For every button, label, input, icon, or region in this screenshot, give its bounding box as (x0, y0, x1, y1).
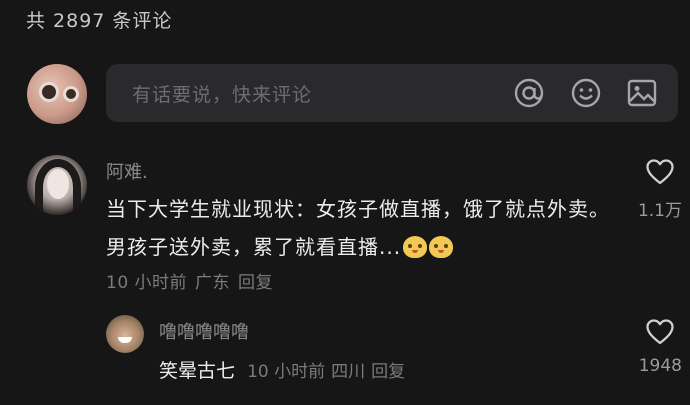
heart-icon[interactable] (645, 318, 675, 346)
reply-username[interactable]: 噜噜噜噜噜 (159, 318, 249, 344)
comment-username[interactable]: 阿难. (106, 158, 148, 184)
replier-avatar[interactable] (106, 315, 144, 353)
comment-body: 当下大学生就业现状：女孩子做直播，饿了就点外卖。男孩子送外卖，累了就看直播... (106, 197, 610, 259)
comment-count: 共 2897 条评论 (26, 10, 173, 32)
dog-emoji-icon (403, 236, 428, 258)
comment-input-placeholder: 有话要说，快来评论 (132, 84, 313, 106)
reply-text: 笑晕古七 (159, 360, 236, 382)
emoji-icon[interactable] (570, 77, 602, 109)
comment-meta: 10 小时前 广东 回复 (106, 268, 273, 293)
my-avatar[interactable] (27, 64, 87, 124)
commenter-avatar[interactable] (27, 155, 87, 215)
reply-button[interactable]: 回复 (371, 362, 405, 382)
dog-emoji-icon (429, 236, 454, 258)
comment-input[interactable]: 有话要说，快来评论 (106, 64, 678, 122)
reply-button[interactable]: 回复 (238, 273, 273, 293)
heart-icon[interactable] (645, 158, 675, 186)
like-count: 1948 (638, 356, 682, 376)
comment-text: 当下大学生就业现状：女孩子做直播，饿了就点外卖。男孩子送外卖，累了就看直播... (106, 190, 616, 266)
at-icon[interactable] (513, 77, 545, 109)
comment-location: 广东 (195, 273, 231, 293)
comments-panel: 共 2897 条评论 有话要说，快来评论 阿难. 当下大学生就业现状：女孩子做直… (0, 0, 690, 405)
reply-line: 笑晕古七 10 小时前 四川 回复 (159, 356, 405, 383)
like-count: 1.1万 (637, 201, 682, 221)
image-icon[interactable] (626, 77, 658, 109)
reply-time: 10 小时前 (247, 362, 326, 382)
reply-location: 四川 (331, 362, 366, 382)
comment-time: 10 小时前 (106, 273, 188, 293)
